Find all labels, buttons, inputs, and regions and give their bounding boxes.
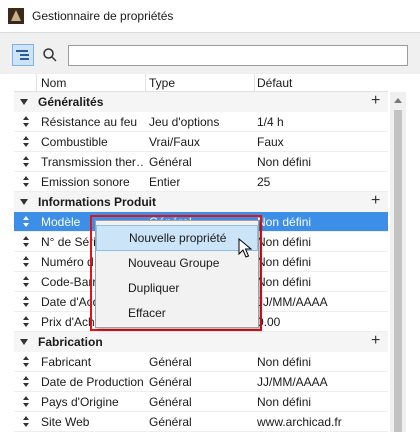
reorder-handle-icon[interactable]	[23, 215, 29, 229]
search-input[interactable]	[68, 45, 408, 66]
group-name: Informations Produit	[38, 195, 156, 209]
property-default: Non défini	[257, 395, 312, 409]
reorder-handle-icon[interactable]	[23, 155, 29, 169]
property-row[interactable]: Transmission ther… Général Non défini	[14, 152, 388, 172]
add-property-icon[interactable]: +	[371, 92, 380, 110]
property-default: Non défini	[257, 155, 312, 169]
context-menu: Nouvelle propriété Nouveau Groupe Dupliq…	[95, 220, 259, 328]
scroll-thumb[interactable]	[394, 110, 402, 432]
menu-item-new-property[interactable]: Nouvelle propriété	[96, 225, 258, 251]
menu-item-duplicate[interactable]: Dupliquer	[96, 275, 258, 301]
title-bar: Gestionnaire de propriétés	[0, 0, 420, 32]
reorder-handle-icon[interactable]	[23, 375, 29, 389]
reorder-handle-icon[interactable]	[23, 175, 29, 189]
add-property-icon[interactable]: +	[371, 332, 380, 350]
property-type: Entier	[149, 175, 181, 189]
property-name: Site Web	[41, 415, 90, 429]
property-row[interactable]: Emission sonore Entier 25	[14, 172, 388, 192]
property-type: Jeu d'options	[149, 115, 220, 129]
property-default: Non défini	[257, 215, 312, 229]
property-default: Faux	[257, 135, 284, 149]
reorder-handle-icon[interactable]	[23, 255, 29, 269]
property-type: Général	[149, 355, 192, 369]
vertical-scrollbar[interactable]	[390, 92, 406, 432]
reorder-handle-icon[interactable]	[23, 115, 29, 129]
property-type: Général	[149, 155, 192, 169]
property-default: 25	[257, 175, 271, 189]
group-row-informations-produit[interactable]: Informations Produit +	[14, 192, 388, 212]
property-default: Non défini	[257, 355, 312, 369]
property-default: www.archicad.fr	[257, 415, 342, 429]
reorder-handle-icon[interactable]	[23, 415, 29, 429]
add-property-icon[interactable]: +	[371, 192, 380, 210]
property-default: JJ/MM/AAAA	[257, 375, 328, 389]
group-row-generalites[interactable]: Généralités +	[14, 92, 388, 112]
property-default: Non défini	[257, 235, 312, 249]
property-row[interactable]: Combustible Vrai/Faux Faux	[14, 132, 388, 152]
column-name-header[interactable]: Nom	[41, 76, 66, 90]
property-default: JJ/MM/AAAA	[257, 295, 328, 309]
property-name: Résistance au feu	[41, 115, 138, 129]
group-name: Fabrication	[38, 335, 103, 349]
archicad-app-icon	[8, 8, 24, 24]
property-name: Emission sonore	[41, 175, 130, 189]
column-default-header[interactable]: Défaut	[257, 76, 292, 90]
group-name: Généralités	[38, 95, 104, 109]
scroll-up-arrow-icon[interactable]	[394, 98, 402, 103]
property-name: Date de Production	[41, 375, 144, 389]
column-type-header[interactable]: Type	[149, 76, 175, 90]
reorder-handle-icon[interactable]	[23, 135, 29, 149]
reorder-handle-icon[interactable]	[23, 395, 29, 409]
menu-item-delete[interactable]: Effacer	[96, 300, 258, 326]
reorder-handle-icon[interactable]	[23, 315, 29, 329]
property-type: Vrai/Faux	[149, 135, 200, 149]
column-header: Nom Type Défaut	[14, 74, 388, 92]
collapse-arrow-icon[interactable]	[20, 199, 28, 205]
reorder-handle-icon[interactable]	[23, 295, 29, 309]
property-type: Général	[149, 395, 192, 409]
property-type: Général	[149, 375, 192, 389]
property-row[interactable]: Fabricant Général Non défini	[14, 352, 388, 372]
property-row[interactable]: Résistance au feu Jeu d'options 1/4 h	[14, 112, 388, 132]
menu-item-new-group[interactable]: Nouveau Groupe	[96, 250, 258, 276]
tree-view-icon[interactable]	[12, 44, 34, 66]
property-name: Pays d'Origine	[41, 395, 119, 409]
property-name: Fabricant	[41, 355, 92, 369]
property-default: Non défini	[257, 275, 312, 289]
reorder-handle-icon[interactable]	[23, 275, 29, 289]
collapse-arrow-icon[interactable]	[20, 339, 28, 345]
property-name: Transmission ther…	[41, 155, 145, 169]
toolbar	[0, 32, 420, 74]
property-row[interactable]: Site Web Général www.archicad.fr	[14, 412, 388, 432]
property-default: 1/4 h	[257, 115, 284, 129]
property-type: Général	[149, 415, 192, 429]
mouse-cursor-icon	[238, 238, 253, 258]
window-title: Gestionnaire de propriétés	[32, 9, 174, 23]
collapse-arrow-icon[interactable]	[20, 99, 28, 105]
reorder-handle-icon[interactable]	[23, 235, 29, 249]
reorder-handle-icon[interactable]	[23, 355, 29, 369]
property-row[interactable]: Pays d'Origine Général Non défini	[14, 392, 388, 412]
group-row-fabrication[interactable]: Fabrication +	[14, 332, 388, 352]
property-default: Non défini	[257, 255, 312, 269]
search-icon[interactable]	[42, 47, 58, 63]
property-row[interactable]: Date de Production Général JJ/MM/AAAA	[14, 372, 388, 392]
property-name: Combustible	[41, 135, 108, 149]
